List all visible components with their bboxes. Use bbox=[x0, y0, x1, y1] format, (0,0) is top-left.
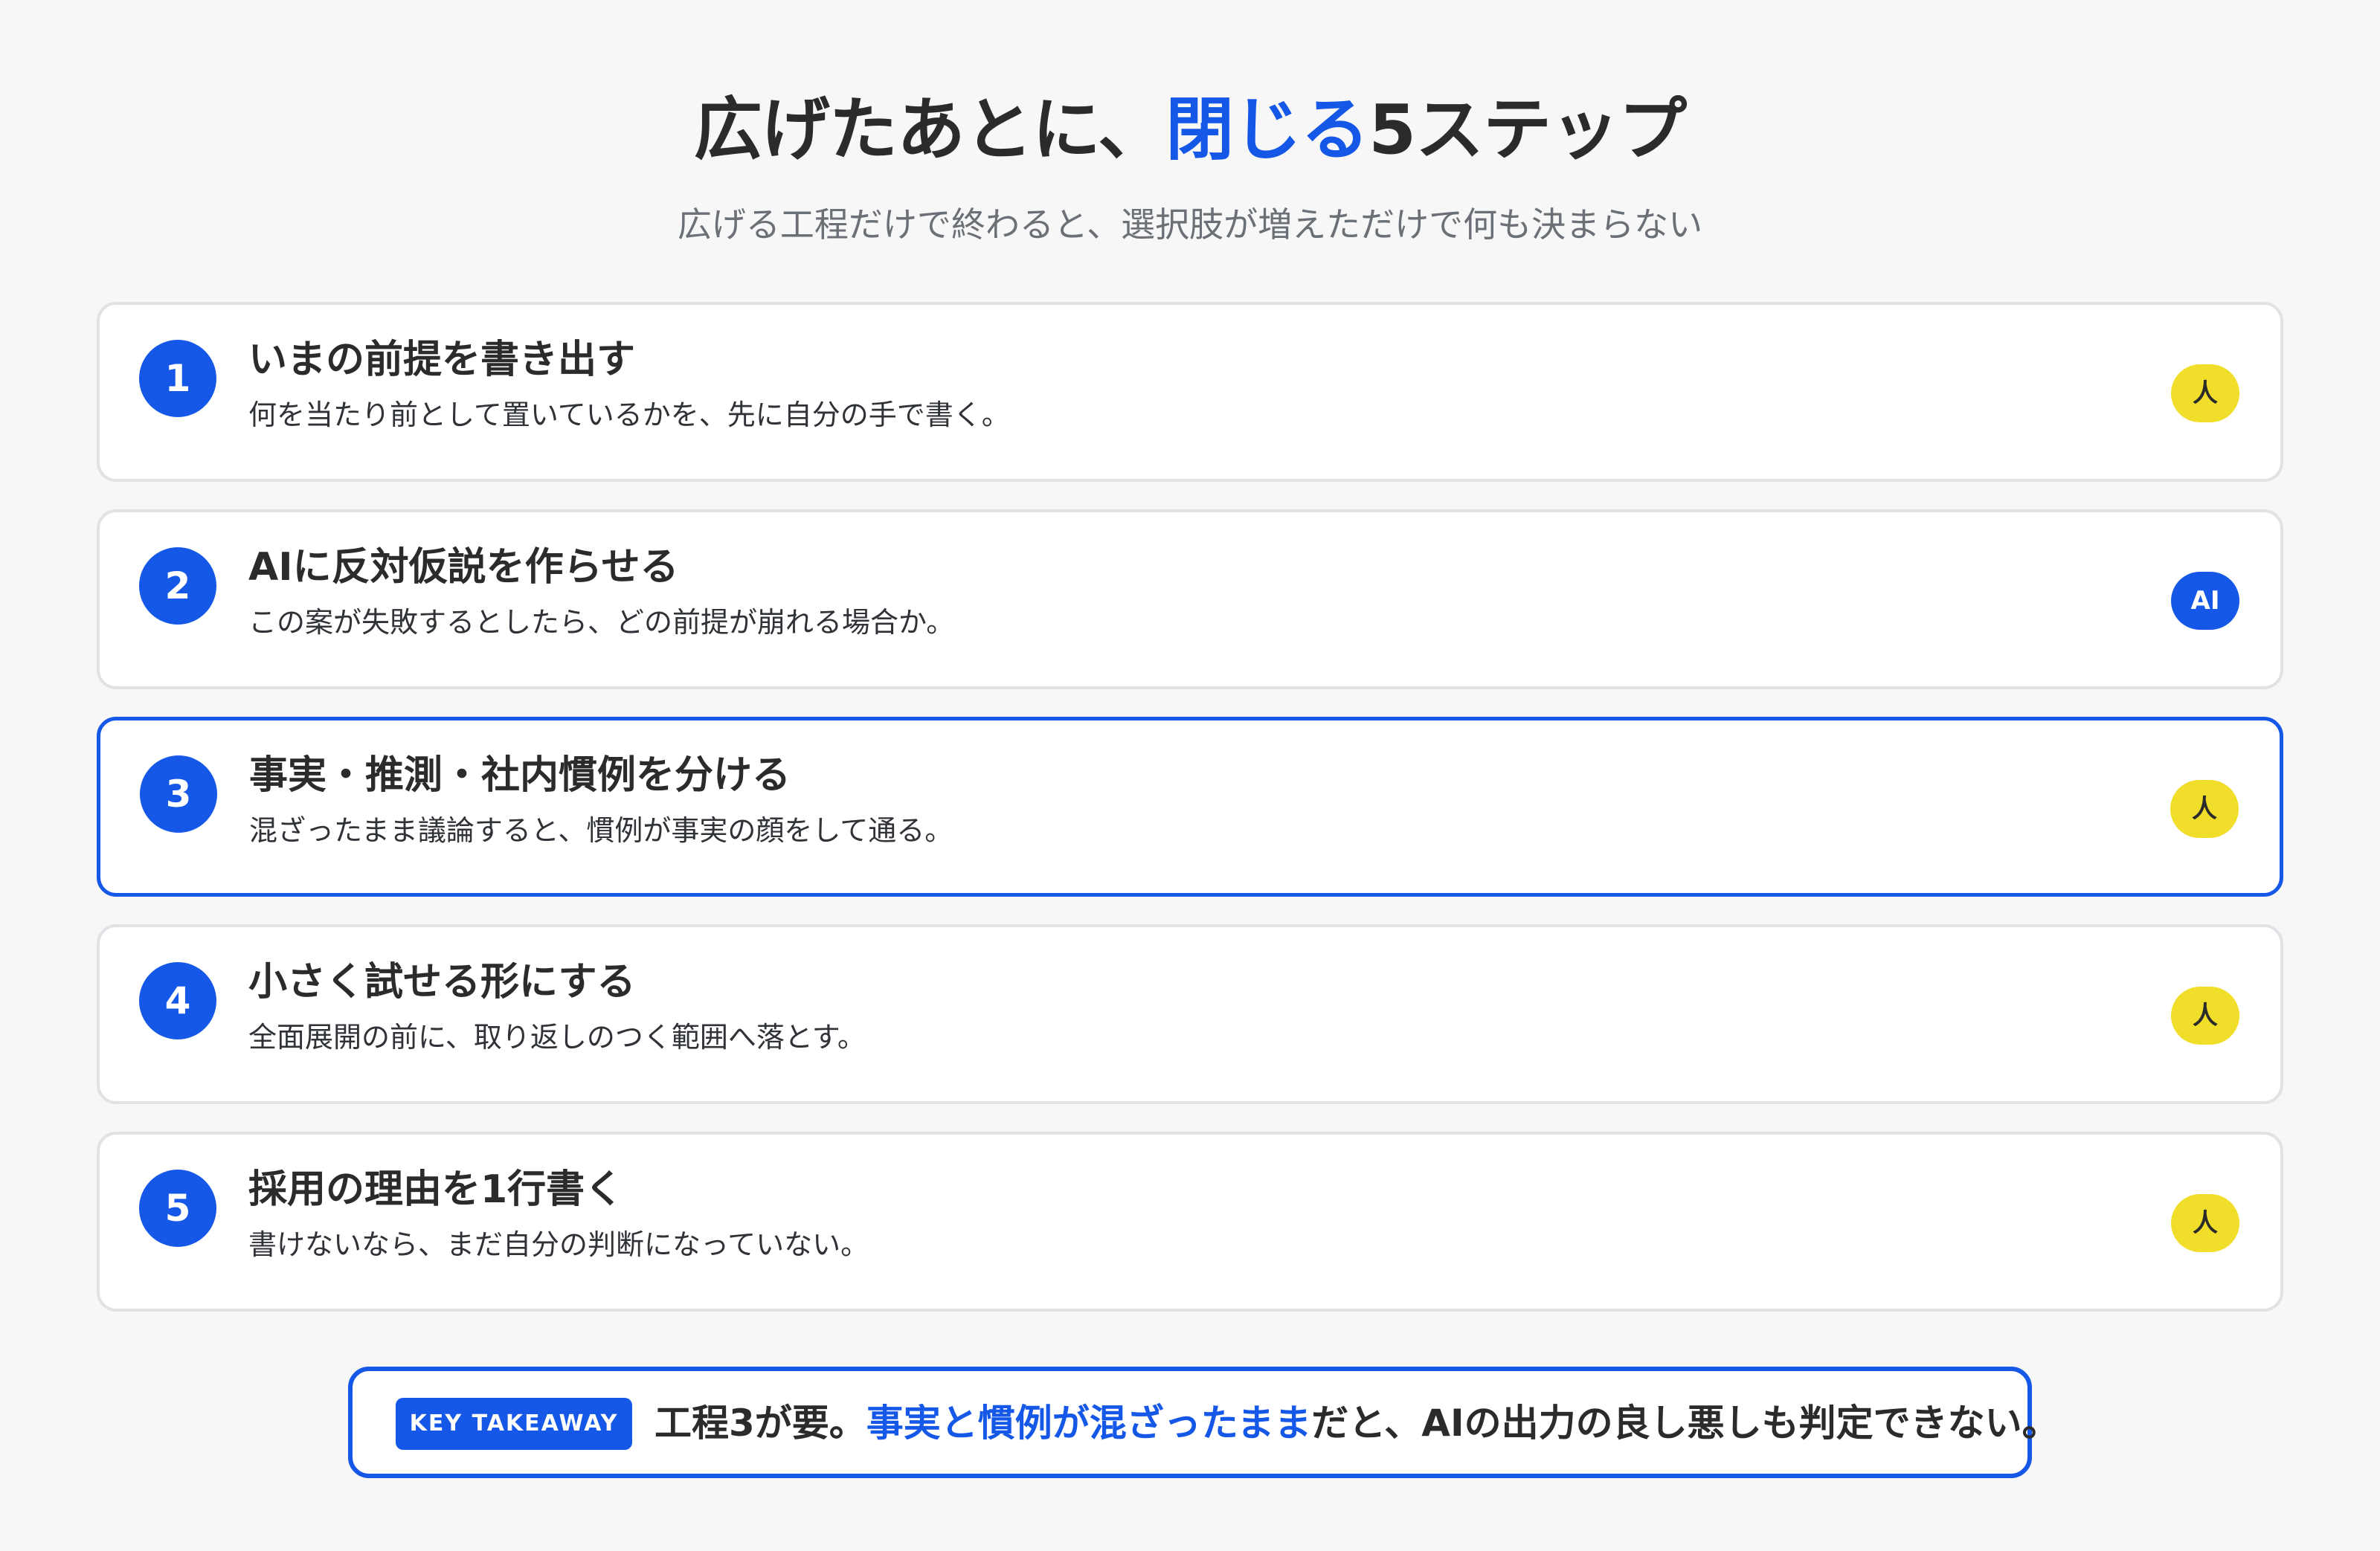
key-takeaway-text: 工程3が要。事実と慣例が混ざったままだと、AIの出力の良し悪しも判定できない。 bbox=[654, 1393, 2059, 1453]
step-title: 採用の理由を1行書く bbox=[248, 1167, 624, 1212]
step-description: 混ざったまま議論すると、慣例が事実の顔をして通る。 bbox=[249, 814, 953, 847]
step-title: 小さく試せる形にする bbox=[248, 960, 636, 1005]
steps-list: 1 いまの前提を書き出す 何を当たり前として置いているかを、先に自分の手で書く。… bbox=[97, 302, 2283, 1339]
step-number-badge: 3 bbox=[140, 755, 217, 833]
step-number-badge: 2 bbox=[139, 547, 216, 625]
takeaway-prefix: 工程3が要。 bbox=[654, 1402, 866, 1445]
human-role-badge: 人 bbox=[2171, 1194, 2239, 1252]
takeaway-highlight: 事実と慣例が混ざったまま bbox=[866, 1402, 1312, 1445]
step-number-badge: 1 bbox=[139, 340, 216, 417]
step-description: この案が失敗するとしたら、どの前提が崩れる場合か。 bbox=[248, 606, 955, 639]
page-title: 広げたあとに、閉じる5ステップ bbox=[0, 86, 2380, 175]
step-number-badge: 4 bbox=[139, 962, 216, 1039]
step-card-1: 1 いまの前提を書き出す 何を当たり前として置いているかを、先に自分の手で書く。… bbox=[97, 302, 2283, 482]
key-takeaway-box: KEY TAKEAWAY 工程3が要。事実と慣例が混ざったままだと、AIの出力の… bbox=[348, 1367, 2059, 1478]
title-prefix: 広げたあとに、 bbox=[693, 90, 1166, 170]
step-description: 書けないなら、まだ自分の判断になっていない。 bbox=[248, 1228, 869, 1261]
step-title: いまの前提を書き出す bbox=[248, 338, 636, 382]
step-card-2: 2 AIに反対仮説を作らせる この案が失敗するとしたら、どの前提が崩れる場合か。… bbox=[97, 509, 2283, 689]
title-suffix: 5ステップ bbox=[1368, 90, 1687, 170]
human-role-badge: 人 bbox=[2171, 987, 2239, 1045]
page-subtitle: 広げる工程だけで終わると、選択肢が増えただけで何も決まらない bbox=[677, 204, 1703, 245]
step-number-badge: 5 bbox=[139, 1170, 216, 1247]
step-title: AIに反対仮説を作らせる bbox=[248, 545, 679, 590]
title-highlight: 閉じる bbox=[1165, 90, 1369, 170]
step-card-4: 4 小さく試せる形にする 全面展開の前に、取り返しのつく範囲へ落とす。 人 bbox=[97, 924, 2283, 1104]
step-card-3: 3 事実・推測・社内慣例を分ける 混ざったまま議論すると、慣例が事実の顔をして通… bbox=[97, 717, 2283, 897]
step-card-5: 5 採用の理由を1行書く 書けないなら、まだ自分の判断になっていない。 人 bbox=[97, 1132, 2283, 1312]
ai-role-badge: AI bbox=[2171, 572, 2239, 630]
human-role-badge: 人 bbox=[2170, 780, 2239, 838]
step-description: 何を当たり前として置いているかを、先に自分の手で書く。 bbox=[248, 399, 1010, 431]
takeaway-suffix: だと、AIの出力の良し悪しも判定できない。 bbox=[1311, 1402, 2059, 1445]
key-takeaway-label: KEY TAKEAWAY bbox=[396, 1398, 632, 1450]
human-role-badge: 人 bbox=[2171, 364, 2239, 422]
step-title: 事実・推測・社内慣例を分ける bbox=[249, 753, 791, 798]
step-description: 全面展開の前に、取り返しのつく範囲へ落とす。 bbox=[248, 1021, 866, 1054]
